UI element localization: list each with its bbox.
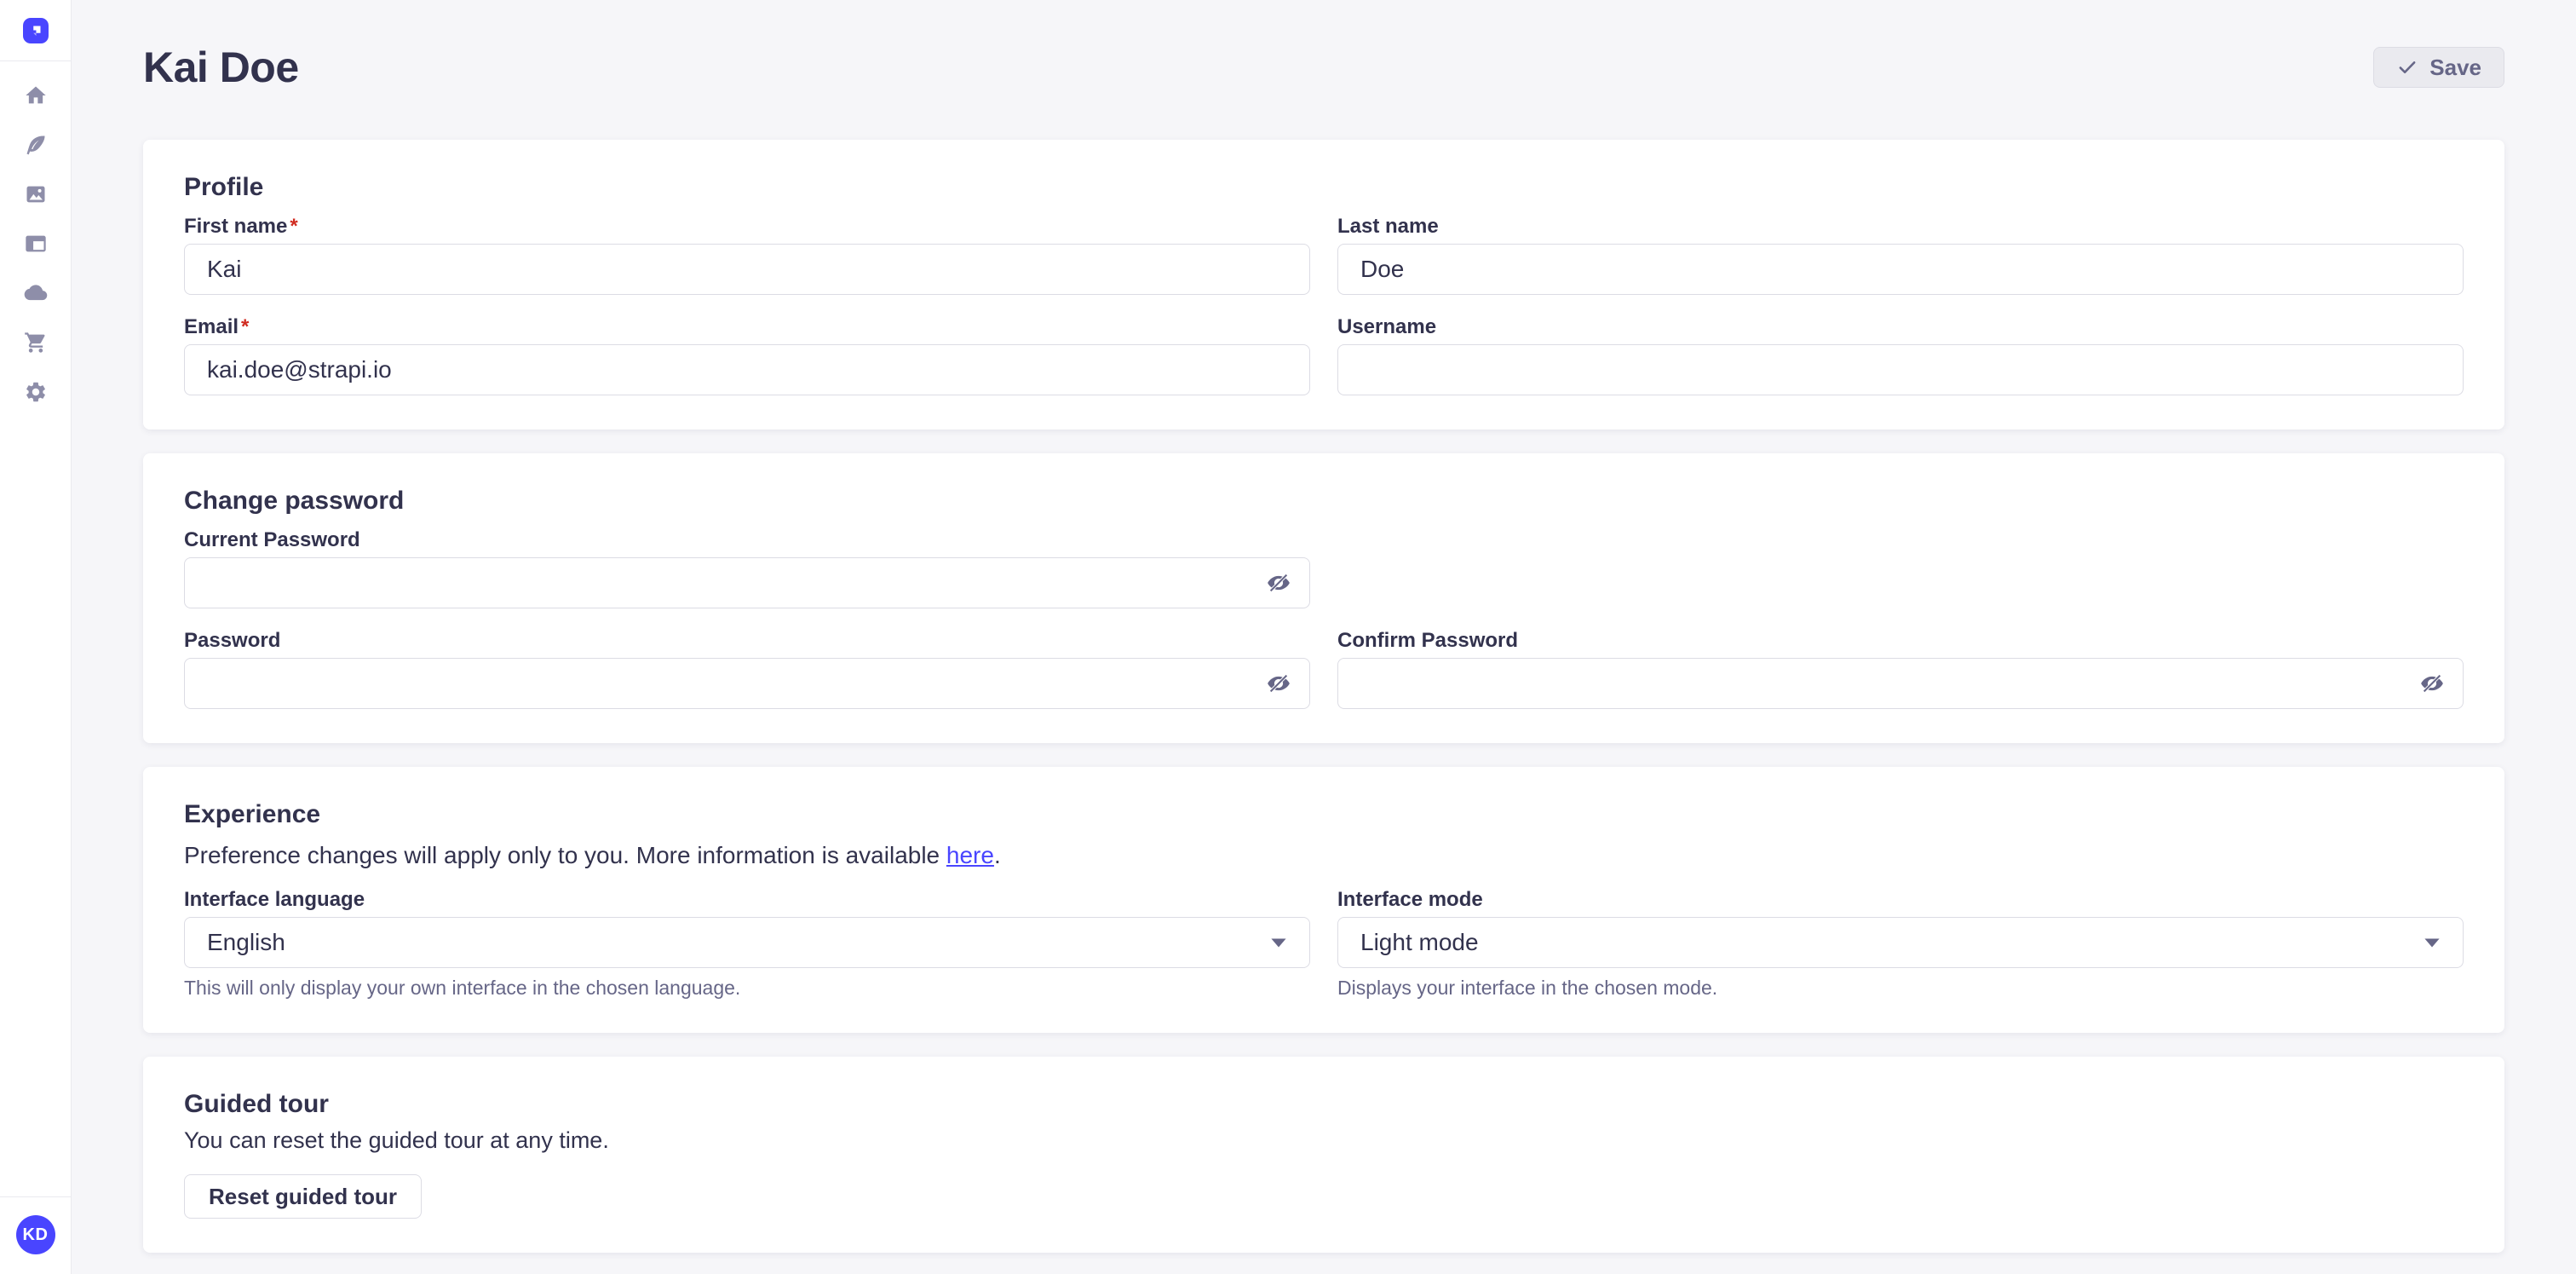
user-avatar[interactable]: KD: [16, 1215, 55, 1254]
reset-guided-tour-button[interactable]: Reset guided tour: [184, 1174, 422, 1219]
interface-mode-label: Interface mode: [1337, 890, 1483, 910]
strapi-logo-icon[interactable]: [23, 18, 49, 43]
confirm-password-input[interactable]: [1337, 658, 2464, 709]
interface-mode-hint: Displays your interface in the chosen mo…: [1337, 977, 2464, 999]
confirm-password-label: Confirm Password: [1337, 631, 1518, 651]
first-name-input[interactable]: [184, 244, 1310, 295]
check-icon: [2396, 56, 2418, 78]
required-marker: *: [241, 315, 249, 338]
interface-language-label: Interface language: [184, 890, 365, 910]
password-field-group: Password: [184, 631, 1310, 709]
last-name-input[interactable]: [1337, 244, 2464, 295]
toggle-password-visibility-button[interactable]: [1266, 671, 1291, 696]
experience-description: Preference changes will apply only to yo…: [184, 842, 2464, 869]
first-name-field-group: First name*: [184, 216, 1310, 295]
content-feather-icon[interactable]: [24, 133, 48, 157]
page-header: Kai Doe Save: [143, 0, 2504, 92]
sidebar: KD: [0, 0, 72, 1274]
home-icon[interactable]: [24, 84, 48, 107]
email-input[interactable]: [184, 344, 1310, 395]
interface-language-field-group: Interface language English This will onl…: [184, 890, 1310, 999]
marketplace-cart-icon[interactable]: [24, 331, 48, 355]
save-button[interactable]: Save: [2373, 47, 2504, 88]
current-password-field-group: Current Password: [184, 530, 1310, 608]
save-button-label: Save: [2429, 55, 2481, 81]
last-name-label: Last name: [1337, 216, 1439, 237]
change-password-card: Change password Current Password: [143, 453, 2504, 743]
settings-gear-icon[interactable]: [24, 380, 48, 404]
toggle-password-visibility-button[interactable]: [1266, 570, 1291, 596]
username-field-group: Username: [1337, 317, 2464, 395]
current-password-label: Current Password: [184, 530, 360, 551]
media-library-icon[interactable]: [24, 182, 48, 206]
password-label: Password: [184, 631, 280, 651]
first-name-label: First name*: [184, 216, 298, 237]
experience-card: Experience Preference changes will apply…: [143, 767, 2504, 1033]
chevron-down-icon: [1270, 937, 1287, 948]
experience-heading: Experience: [184, 799, 2464, 830]
interface-mode-value: Light mode: [1360, 929, 1479, 956]
interface-mode-select[interactable]: Light mode: [1337, 917, 2464, 968]
profile-heading: Profile: [184, 172, 2464, 203]
here-link[interactable]: here: [946, 842, 994, 868]
interface-language-value: English: [207, 929, 285, 956]
page-title: Kai Doe: [143, 43, 299, 92]
cloud-icon[interactable]: [24, 281, 48, 305]
main-content: Kai Doe Save Profile First name* Last na…: [72, 0, 2576, 1274]
eye-slash-icon: [2419, 671, 2445, 696]
current-password-input[interactable]: [184, 557, 1310, 608]
eye-slash-icon: [1266, 570, 1291, 596]
logo-box: [0, 0, 71, 61]
required-marker: *: [290, 215, 297, 238]
change-password-heading: Change password: [184, 486, 2464, 516]
interface-mode-field-group: Interface mode Light mode Displays your …: [1337, 890, 2464, 999]
toggle-password-visibility-button[interactable]: [2419, 671, 2445, 696]
guided-tour-description: You can reset the guided tour at any tim…: [184, 1127, 2464, 1154]
profile-card: Profile First name* Last name Email*: [143, 140, 2504, 429]
interface-language-hint: This will only display your own interfac…: [184, 977, 1310, 999]
chevron-down-icon: [2424, 937, 2441, 948]
eye-slash-icon: [1266, 671, 1291, 696]
guided-tour-heading: Guided tour: [184, 1089, 2464, 1120]
guided-tour-card: Guided tour You can reset the guided tou…: [143, 1057, 2504, 1253]
password-input[interactable]: [184, 658, 1310, 709]
username-label: Username: [1337, 317, 1436, 337]
email-label: Email*: [184, 317, 249, 337]
username-input[interactable]: [1337, 344, 2464, 395]
sidebar-nav: [24, 61, 48, 404]
content-type-builder-icon[interactable]: [24, 232, 48, 256]
confirm-password-field-group: Confirm Password: [1337, 631, 2464, 709]
last-name-field-group: Last name: [1337, 216, 2464, 295]
sidebar-bottom: KD: [0, 1196, 71, 1274]
interface-language-select[interactable]: English: [184, 917, 1310, 968]
email-field-group: Email*: [184, 317, 1310, 395]
